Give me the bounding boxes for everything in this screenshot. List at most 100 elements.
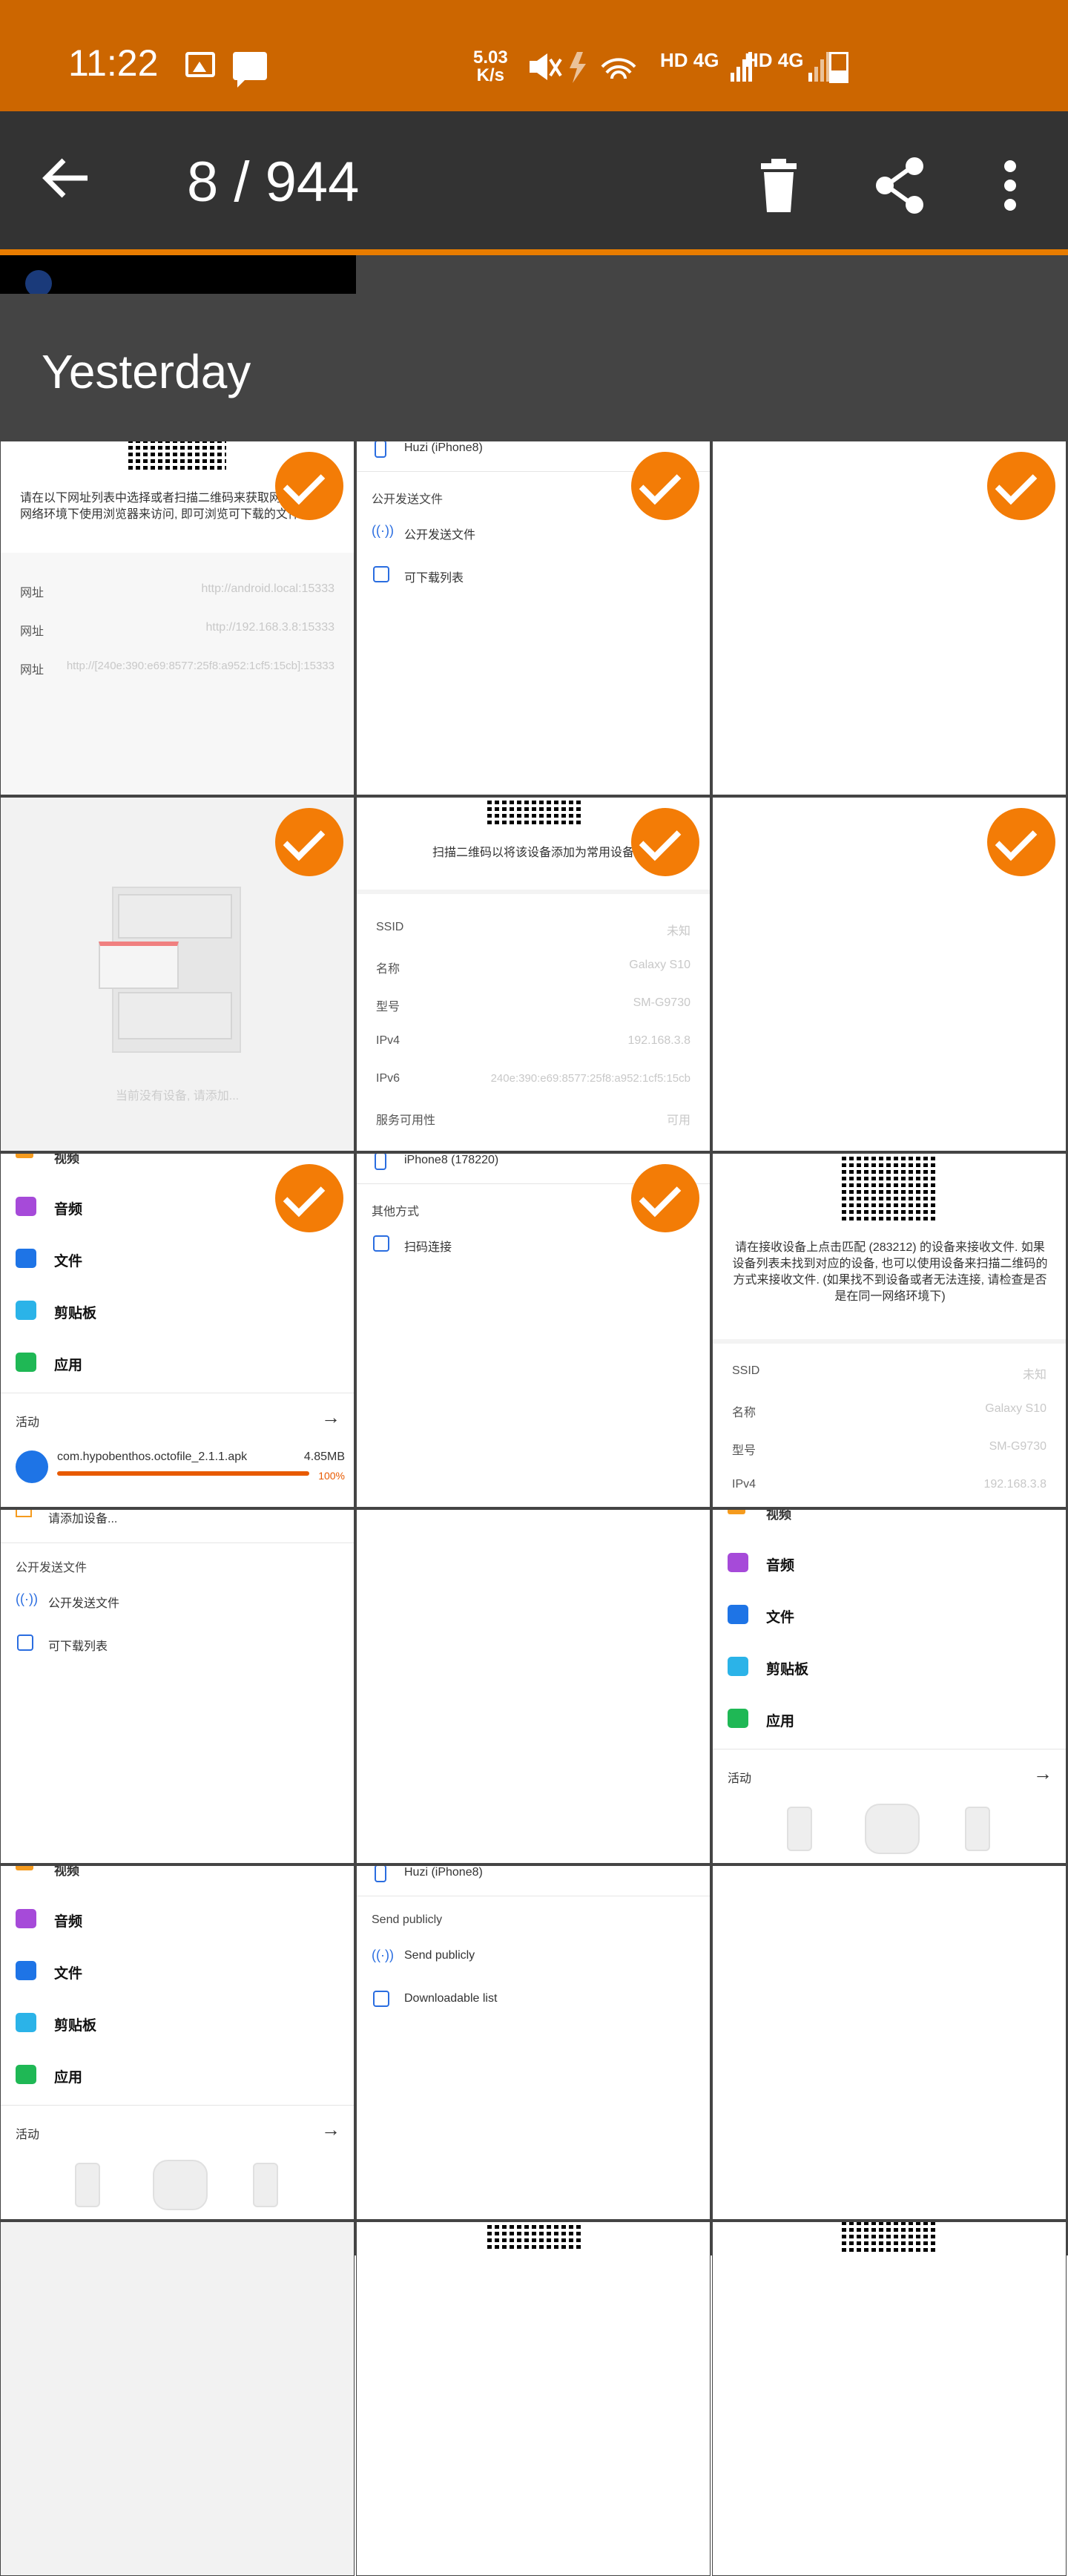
menu-item-label: 剪贴板: [766, 1662, 809, 1678]
video-icon: [728, 1510, 745, 1514]
menu-item-label: Send publicly: [404, 1949, 475, 1962]
activity-label: 活动: [16, 2129, 40, 2141]
video-icon: [16, 1866, 33, 1870]
menu-item-label: 音频: [54, 1202, 83, 1218]
arrow-left-icon[interactable]: [37, 148, 96, 208]
image-counter: 8 / 944: [187, 151, 360, 214]
share-icon[interactable]: [871, 156, 931, 215]
url-label: 网址: [20, 587, 44, 599]
thumbnail[interactable]: 视频 音频 文件 剪贴板 应用 活动 → com.hypobenthos.oct…: [0, 1153, 355, 1508]
arrow-right-icon: →: [1033, 1762, 1052, 1784]
device-name: Huzi (iPhone8): [404, 441, 483, 454]
thumbnail[interactable]: 请添加设备... 公开发送文件 ((·)) 公开发送文件 可下载列表: [0, 1509, 355, 1864]
section-label: Send publicly: [372, 1913, 443, 1926]
menu-item-label: 文件: [766, 1610, 795, 1626]
folder-icon: [16, 1961, 36, 1980]
section-label: 公开发送文件: [372, 493, 444, 506]
menu-item-label: 可下载列表: [48, 1640, 108, 1653]
image-icon: [185, 52, 215, 77]
info-row: SSID 未知: [357, 910, 710, 947]
thumbnail[interactable]: [356, 2221, 711, 2576]
info-row: SSID 未知: [713, 1354, 1066, 1391]
thumbnail[interactable]: 视频 音频 文件 剪贴板 应用 活动 →: [0, 1865, 355, 2220]
info-label: 型号: [732, 1445, 756, 1457]
selected-check-icon[interactable]: [275, 808, 343, 876]
thumbnail[interactable]: 当前没有设备, 请添加...: [0, 797, 355, 1151]
app-icon: [16, 1353, 36, 1372]
book-icon: [17, 1634, 33, 1651]
info-row: IPv4 192.168.3.8: [357, 1024, 710, 1061]
thumbnail[interactable]: iPhone8 (178220) 其他方式 扫码连接: [356, 1153, 711, 1508]
network-label-2: HD 4G: [745, 49, 804, 71]
status-icons: [530, 52, 636, 83]
info-row: 名称 Galaxy S10: [713, 1392, 1066, 1429]
thumbnail[interactable]: Huzi (iPhone8) Send publicly ((·)) Send …: [356, 1865, 711, 2220]
phone-illustration: [965, 1807, 990, 1851]
url-value: http://android.local:15333: [201, 582, 334, 595]
clipboard-icon: [16, 1301, 36, 1320]
url-label: 网址: [20, 664, 44, 677]
thumbnail[interactable]: Huzi (iPhone8) 公开发送文件 ((·)) 公开发送文件 可下载列表: [356, 441, 711, 795]
menu-item-label: 应用: [54, 1358, 83, 1373]
info-value: 192.168.3.8: [983, 1478, 1046, 1491]
thumbnail[interactable]: [356, 1509, 711, 1864]
info-label: 名称: [732, 1407, 756, 1419]
menu-item-label: 应用: [766, 1714, 795, 1729]
add-device-icon: [16, 1510, 32, 1517]
menu-item: 音频: [1, 1894, 354, 1946]
thumbnail[interactable]: 请在接收设备上点击匹配 (283212) 的设备来接收文件. 如果设备列表未找到…: [712, 1153, 1067, 1508]
selected-check-icon[interactable]: [631, 452, 699, 520]
video-icon: [16, 1154, 33, 1158]
file-progress-text: 100%: [318, 1470, 345, 1482]
info-label: 名称: [376, 963, 400, 976]
info-value: 未知: [666, 925, 690, 938]
thumbnail[interactable]: [0, 2221, 355, 2576]
trash-icon[interactable]: [749, 156, 808, 215]
selected-check-icon[interactable]: [631, 808, 699, 876]
thumbnail[interactable]: 扫描二维码以将该设备添加为常用设备 SSID 未知 名称 Galaxy S10 型号…: [356, 797, 711, 1151]
network-speed: 5.03 K/s: [473, 49, 508, 85]
menu-item: 文件: [1, 1234, 354, 1286]
url-row: 网址 http://android.local:15333: [1, 572, 354, 609]
file-name: com.hypobenthos.octofile_2.1.1.apk: [57, 1450, 248, 1463]
more-vert-icon[interactable]: [988, 156, 1032, 215]
selected-check-icon[interactable]: [275, 452, 343, 520]
thumbnail[interactable]: [712, 1865, 1067, 2220]
thumbnail[interactable]: 请在以下网址列表中选择或者扫描二维码来获取网址 网络环境下使用浏览器来访问, 即…: [0, 441, 355, 795]
signal-icon-2: [808, 52, 830, 82]
status-time: 11:22: [68, 42, 159, 84]
phone-illustration: [787, 1807, 812, 1851]
speed-value: 5.03: [473, 47, 508, 68]
empty-state-text: 当前没有设备, 请添加...: [115, 1090, 240, 1103]
thumbnail[interactable]: [712, 797, 1067, 1151]
selected-check-icon[interactable]: [275, 1164, 343, 1232]
info-row: IPv6 240e:390:e69:8577:25f8:a952:1cf5:15c…: [357, 1062, 710, 1099]
thumbnail[interactable]: [712, 2221, 1067, 2576]
info-label: IPv4: [376, 1034, 400, 1047]
url-value: http://192.168.3.8:15333: [205, 621, 334, 634]
package-icon: [16, 1450, 48, 1483]
phone-icon: [375, 441, 386, 458]
activity-label: 活动: [16, 1416, 40, 1429]
selected-check-icon[interactable]: [987, 452, 1055, 520]
info-value: 192.168.3.8: [627, 1034, 690, 1047]
scan-icon: [373, 1235, 389, 1252]
thumbnail[interactable]: [712, 441, 1067, 795]
menu-item: 音频: [713, 1538, 1066, 1590]
section-label: 公开发送文件: [16, 1562, 88, 1574]
menu-item-label: 扫码连接: [404, 1241, 452, 1254]
selected-check-icon[interactable]: [631, 1164, 699, 1232]
partial-thumbnail-strip[interactable]: [0, 255, 356, 294]
section-label: 其他方式: [372, 1206, 420, 1218]
info-value: SM-G9730: [633, 996, 690, 1009]
network-indicator-2: HD 4G: [745, 49, 803, 72]
info-value: 240e:390:e69:8577:25f8:a952:1cf5:15cb: [490, 1072, 690, 1085]
menu-item: 剪贴板: [713, 1642, 1066, 1694]
selected-check-icon[interactable]: [987, 808, 1055, 876]
url-value: http://[240e:390:e69:8577:25f8:a952:1cf5…: [66, 660, 334, 672]
phone-illustration: [253, 2163, 278, 2207]
network-indicator-1: HD 4G: [660, 49, 719, 72]
audio-icon: [16, 1909, 36, 1928]
thumbnail[interactable]: 视频 音频 文件 剪贴板 应用 活动 →: [712, 1509, 1067, 1864]
menu-item: 剪贴板: [1, 1286, 354, 1338]
